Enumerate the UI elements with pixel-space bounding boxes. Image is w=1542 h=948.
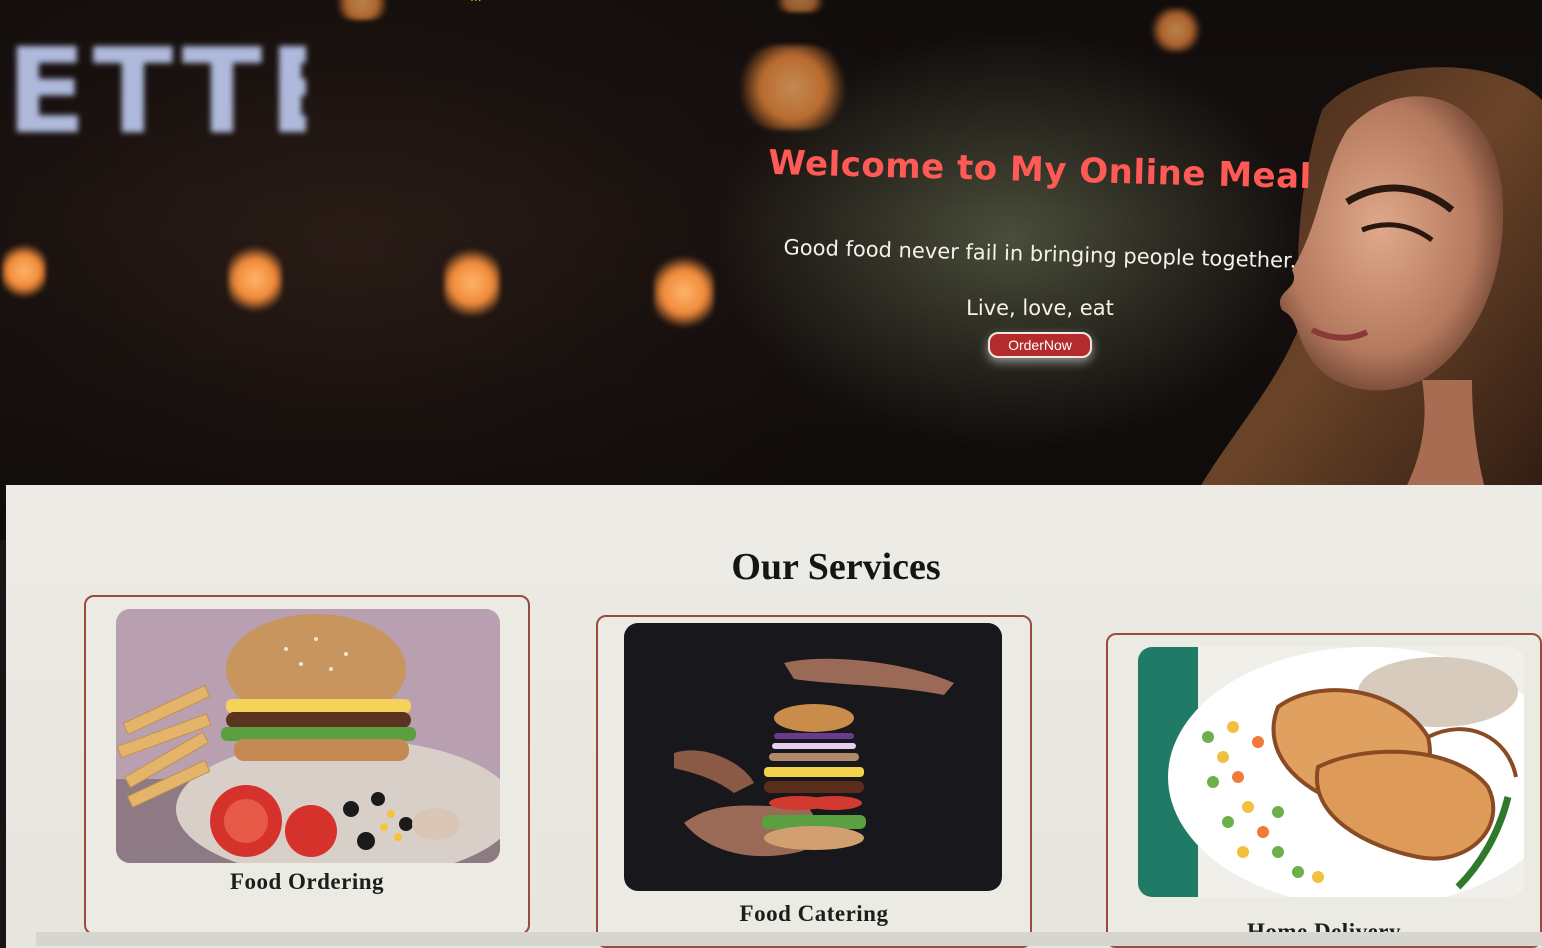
service-label: Food Catering (739, 901, 889, 926)
hero-banner: ... ETTE Welcome to My Online (0, 0, 1542, 540)
hero-subtitle: Good food never fail in bringing people … (783, 235, 1297, 273)
order-now-button[interactable]: OrderNow (988, 332, 1092, 358)
hero-content: Welcome to My Online Meal Good food neve… (760, 143, 1320, 358)
horizontal-scrollbar[interactable] (36, 932, 1542, 946)
services-heading: Our Services (731, 546, 941, 588)
service-card-food-catering[interactable]: Food Catering (596, 615, 1032, 948)
service-label: Food Ordering (229, 869, 385, 894)
services-section: Our Services Food Ordering Food Catering (6, 485, 1542, 948)
nav-fragment[interactable]: ... (470, 0, 482, 4)
bokeh-light (2, 242, 46, 300)
floating-burger-image (624, 623, 1002, 891)
bokeh-light (444, 246, 500, 320)
bokeh-light (332, 0, 392, 20)
bokeh-light (735, 45, 850, 130)
hero-tagline: Live, love, eat (966, 296, 1114, 320)
service-card-food-ordering[interactable]: Food Ordering (84, 595, 530, 935)
bokeh-light (654, 254, 714, 330)
bokeh-light (228, 244, 282, 314)
hero-title: Welcome to My Online Meal (767, 142, 1313, 198)
service-card-home-delivery[interactable]: Home Delivery (1106, 633, 1542, 948)
neon-sign-image: ETTE (6, 24, 306, 159)
grilled-chicken-image (1138, 647, 1524, 897)
burger-plate-image (116, 609, 500, 863)
